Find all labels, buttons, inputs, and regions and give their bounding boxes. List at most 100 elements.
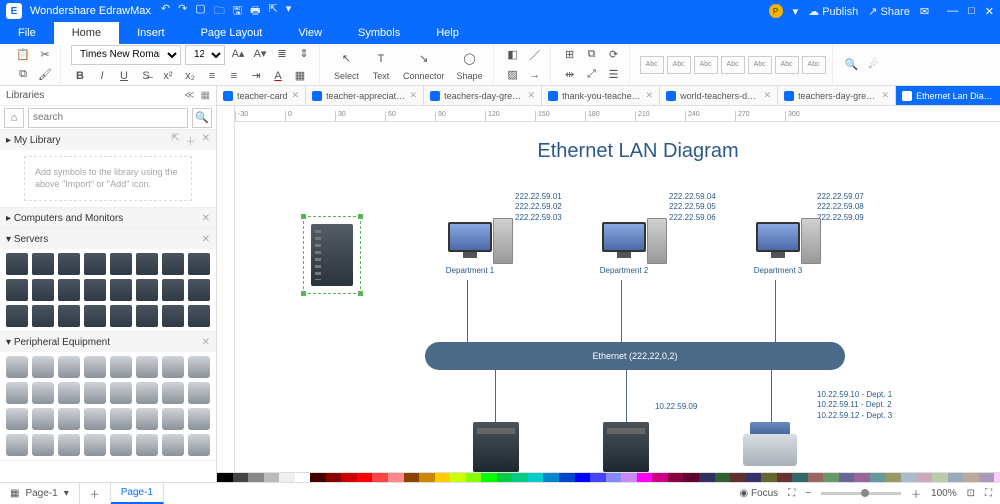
color-swatch[interactable] [512, 473, 528, 482]
workstation-1[interactable]: Department 1 [425, 222, 515, 275]
color-swatch[interactable] [746, 473, 762, 482]
server-stencil[interactable] [136, 279, 158, 301]
color-swatch[interactable] [761, 473, 777, 482]
server-stencil[interactable] [32, 253, 54, 275]
style-gallery[interactable]: AbcAbcAbcAbcAbcAbcAbc [640, 56, 826, 74]
color-swatch[interactable] [341, 473, 357, 482]
indent-icon[interactable]: ⇥ [247, 67, 265, 85]
size-icon[interactable]: ⤢ [583, 66, 601, 84]
distribute-icon[interactable]: ⇹ [561, 66, 579, 84]
new-icon[interactable]: ▢ [195, 2, 205, 21]
lib-prev-icon[interactable]: ≪ [184, 90, 194, 101]
style-swatch[interactable]: Abc [721, 56, 745, 74]
zoom-to-fit-icon[interactable]: ⛶ [788, 488, 795, 499]
arrow-style-icon[interactable]: → [526, 66, 544, 84]
doc-tab[interactable]: Ethernet Lan Diagram✕ [896, 86, 1000, 105]
menu-help[interactable]: Help [418, 22, 477, 44]
save-icon[interactable]: 🖫 [233, 2, 242, 21]
color-swatch[interactable] [870, 473, 886, 482]
server-stencil[interactable] [188, 279, 210, 301]
color-swatch[interactable] [979, 473, 995, 482]
align-left-icon[interactable]: ≡ [203, 67, 221, 85]
line-spacing-icon[interactable]: ⇕ [295, 45, 313, 63]
font-color-icon[interactable]: A [269, 67, 287, 85]
order-icon[interactable]: ☰ [605, 66, 623, 84]
server-stencil[interactable] [58, 253, 80, 275]
drawing-canvas[interactable]: Ethernet LAN Diagram 222.22.59.01222.22.… [235, 122, 1000, 472]
color-swatch[interactable] [621, 473, 637, 482]
fullscreen-icon[interactable]: ⛶ [985, 488, 992, 499]
import-icon[interactable]: ⇱ [171, 133, 179, 148]
server-stencil[interactable] [6, 305, 28, 327]
publish-button[interactable]: Publish [822, 6, 858, 18]
color-swatch[interactable] [450, 473, 466, 482]
font-shrink-icon[interactable]: A▾ [251, 45, 269, 63]
cat-close-icon[interactable]: ✕ [202, 133, 210, 148]
bullets-icon[interactable]: ≣ [273, 45, 291, 63]
peripheral-stencil[interactable] [188, 408, 210, 430]
page-add-button[interactable]: ＋ [80, 483, 111, 504]
peripheral-stencil[interactable] [58, 408, 80, 430]
tab-close-icon[interactable]: ✕ [764, 90, 772, 101]
color-swatch[interactable] [310, 473, 326, 482]
align-icon[interactable]: ⊞ [561, 46, 579, 64]
peripheral-stencil[interactable] [84, 382, 106, 404]
shape-tool-button[interactable]: ◯Shape [453, 49, 487, 81]
peripheral-stencil[interactable] [32, 356, 54, 378]
redo-icon[interactable]: ↷ [178, 2, 187, 21]
share-button[interactable]: Share [881, 6, 910, 18]
doc-tab[interactable]: teachers-day-greet...✕ [424, 86, 542, 105]
peripheral-stencil[interactable] [32, 434, 54, 456]
peripheral-stencil[interactable] [162, 434, 184, 456]
peripheral-stencil[interactable] [162, 382, 184, 404]
menu-insert[interactable]: Insert [119, 22, 183, 44]
font-family-select[interactable]: Times New Roman [71, 45, 181, 65]
color-swatch[interactable] [777, 473, 793, 482]
color-swatch[interactable] [543, 473, 559, 482]
peripheral-stencil[interactable] [162, 408, 184, 430]
layers-icon[interactable]: ☄ [865, 56, 883, 74]
library-search-input[interactable] [28, 108, 188, 128]
server-stencil[interactable] [162, 305, 184, 327]
color-swatch[interactable] [466, 473, 482, 482]
tab-close-icon[interactable]: ✕ [882, 90, 890, 101]
color-swatch[interactable] [730, 473, 746, 482]
zoom-slider[interactable] [821, 492, 901, 495]
search-scope-icon[interactable]: ⌂ [4, 108, 24, 128]
page-list-button[interactable]: ▦Page-1▾ [0, 483, 80, 504]
close-icon[interactable]: ✕ [985, 5, 994, 18]
ethernet-bus[interactable]: Ethernet (222,22,0,2) [425, 342, 845, 370]
server-stencil[interactable] [6, 253, 28, 275]
menu-file[interactable]: File [0, 22, 54, 44]
color-swatch[interactable] [994, 473, 1000, 482]
style-swatch[interactable]: Abc [775, 56, 799, 74]
color-swatch[interactable] [683, 473, 699, 482]
server-stencil[interactable] [136, 253, 158, 275]
subscript-icon[interactable]: x₂ [181, 67, 199, 85]
color-swatch[interactable] [854, 473, 870, 482]
color-swatch[interactable] [590, 473, 606, 482]
font-grow-icon[interactable]: A▴ [229, 45, 247, 63]
peripheral-stencil[interactable] [6, 434, 28, 456]
cat-close-icon[interactable]: ✕ [202, 234, 210, 245]
server-stencil[interactable] [110, 253, 132, 275]
color-swatch[interactable] [435, 473, 451, 482]
text-tool-button[interactable]: TText [367, 49, 395, 81]
font-size-select[interactable]: 12 [185, 45, 225, 65]
lower-server-2[interactable] [603, 422, 649, 472]
superscript-icon[interactable]: x² [159, 67, 177, 85]
doc-tab[interactable]: teacher-appreciati...✕ [306, 86, 424, 105]
peripheral-stencil[interactable] [110, 382, 132, 404]
peripheral-stencil[interactable] [136, 408, 158, 430]
server-stencil[interactable] [6, 279, 28, 301]
zoom-out-icon[interactable]: − [805, 488, 811, 499]
color-swatch[interactable] [404, 473, 420, 482]
lib-add-icon[interactable]: ▦ [201, 90, 210, 101]
color-swatch[interactable] [699, 473, 715, 482]
peripheral-stencil[interactable] [58, 382, 80, 404]
peripheral-stencil[interactable] [32, 382, 54, 404]
cat-close-icon[interactable]: ✕ [202, 337, 210, 348]
line-icon[interactable]: ／ [526, 46, 544, 64]
focus-mode-button[interactable]: ◉ Focus [739, 488, 778, 499]
peripheral-stencil[interactable] [6, 408, 28, 430]
